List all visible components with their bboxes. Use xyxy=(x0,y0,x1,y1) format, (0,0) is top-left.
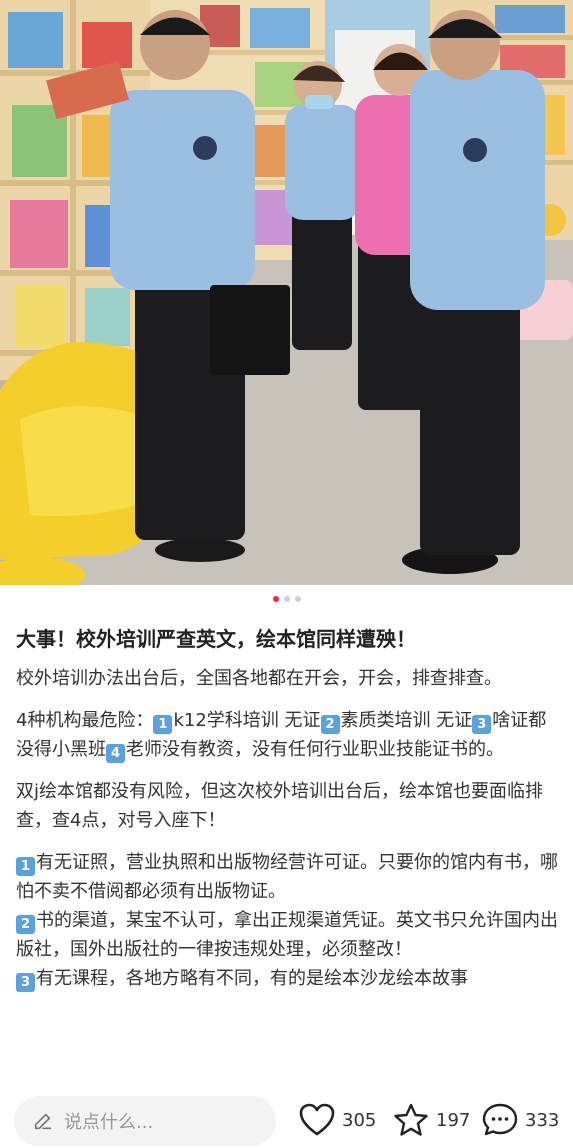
bottom-action-bar: 说点什么... 305 197 333 xyxy=(0,1074,573,1148)
like-count: 305 xyxy=(342,1109,377,1131)
number-3-icon: 3 xyxy=(472,715,492,734)
comment-bubble-icon xyxy=(482,1103,518,1136)
heart-icon xyxy=(299,1103,335,1136)
comment-button[interactable]: 333 xyxy=(481,1098,559,1142)
post-content: 大事！校外培训严查英文，绘本馆同样遭殃！ 校外培训办法出台后，全国各地都在开会，… xyxy=(16,624,561,1070)
carousel-dot[interactable] xyxy=(272,596,279,602)
comment-input[interactable]: 说点什么... xyxy=(14,1096,276,1146)
number-4-icon: 4 xyxy=(106,744,125,763)
number-2-icon: 2 xyxy=(16,915,35,934)
pencil-icon xyxy=(34,1113,52,1130)
carousel-dot[interactable] xyxy=(283,596,290,602)
risk-item-4: 老师没有教资，没有任何行业职业技能证书的。 xyxy=(126,739,504,760)
post-paragraph-4: 1 有无证照，营业执照和出版物经营许可证。只要你的馆内有书，哪怕不卖不借阅都必须有… xyxy=(16,848,561,993)
favorite-count: 197 xyxy=(436,1109,471,1131)
paragraph-2-intro: 4种机构最危险： xyxy=(16,710,154,731)
comment-count: 333 xyxy=(525,1109,560,1131)
number-3-icon: 3 xyxy=(16,973,35,992)
paragraph-4-text: 有无证照，营业执照和出版物经营许可证。只要你的馆内有书，哪怕不卖不借阅都必须有出… xyxy=(16,852,558,902)
post-image[interactable] xyxy=(0,0,573,585)
paragraph-5-text: 书的渠道，某宝不认可，拿出正规渠道凭证。英文书只允许国内出版社，国外出版社的一律… xyxy=(16,910,558,960)
post-paragraph-1: 校外培训办法出台后，全国各地都在开会，开会，排查排查。 xyxy=(16,668,502,689)
post-paragraph-3: 双j绘本馆都没有风险，但这次校外培训出台后，绘本馆也要面临排查，查4点，对号入座… xyxy=(16,781,543,831)
risk-item-1: k12学科培训 无证 xyxy=(173,710,321,731)
post-title: 大事！校外培训严查英文，绘本馆同样遭殃！ xyxy=(16,627,416,651)
number-1-icon: 1 xyxy=(16,857,35,876)
post-paragraph-2: 4种机构最危险： 1 k12学科培训 无证 2 素质类培训 无证 3 啥证都没得小黑班 4 老师… xyxy=(16,706,561,764)
number-2-icon: 2 xyxy=(320,715,340,734)
star-icon xyxy=(394,1103,428,1136)
carousel-indicator xyxy=(0,596,573,602)
paragraph-6-text: 有无课程，各地方略有不同，有的是绘本沙龙绘本故事 xyxy=(36,968,468,989)
comment-placeholder: 说点什么... xyxy=(64,1112,154,1133)
carousel-dot[interactable] xyxy=(294,596,301,602)
like-button[interactable]: 305 xyxy=(298,1098,376,1142)
number-1-icon: 1 xyxy=(153,715,173,734)
risk-item-2: 素质类培训 无证 xyxy=(340,710,473,731)
favorite-button[interactable]: 197 xyxy=(392,1098,470,1142)
